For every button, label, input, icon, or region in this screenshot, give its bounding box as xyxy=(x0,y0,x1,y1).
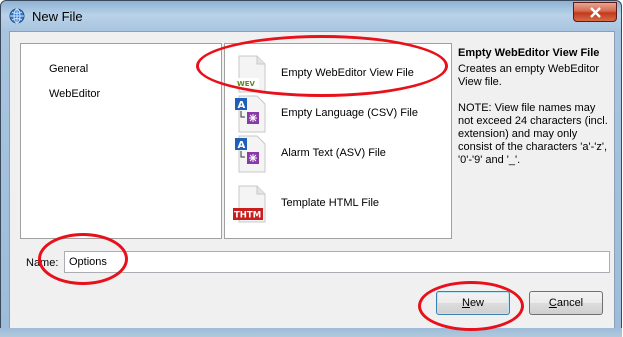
new-button[interactable]: New xyxy=(436,291,510,315)
svg-text:A: A xyxy=(238,100,246,111)
category-general[interactable]: General xyxy=(49,63,88,75)
template-item-alarm-text[interactable]: A Alarm Text (ASV) File xyxy=(231,134,445,174)
category-webeditor[interactable]: WebEditor xyxy=(49,88,100,100)
template-item-empty-webeditor-view[interactable]: WEV Empty WebEditor View File xyxy=(231,54,445,94)
template-label: Empty Language (CSV) File xyxy=(281,107,418,119)
cancel-button[interactable]: Cancel xyxy=(529,291,603,315)
html-icon-text: THTM xyxy=(234,211,261,221)
wev-file-icon: WEV xyxy=(235,55,266,93)
name-input[interactable] xyxy=(64,251,610,273)
template-label: Template HTML File xyxy=(281,197,380,209)
description-title: Empty WebEditor View File xyxy=(458,47,600,59)
close-icon xyxy=(590,7,601,18)
close-button[interactable] xyxy=(573,2,617,22)
template-item-empty-language[interactable]: A Empty Language (CSV) File xyxy=(231,94,445,134)
window-bottom-border xyxy=(0,328,622,337)
name-label: Name: xyxy=(26,257,59,269)
language-file-icon: A xyxy=(235,95,266,133)
wev-icon-text: WEV xyxy=(237,80,256,88)
category-list: General WebEditor xyxy=(20,43,222,239)
new-button-label: New xyxy=(461,297,484,309)
template-item-html[interactable]: THTM Template HTML File xyxy=(231,184,445,224)
globe-icon xyxy=(9,8,25,24)
dialog-body: General WebEditor WEV Empty WebEditor Vi… xyxy=(9,31,615,329)
template-label: Alarm Text (ASV) File xyxy=(281,147,386,159)
svg-text:A: A xyxy=(238,140,246,151)
cancel-button-label: Cancel xyxy=(548,297,584,309)
html-template-icon: THTM xyxy=(233,185,266,223)
description-panel: Empty WebEditor View File Creates an emp… xyxy=(456,43,612,239)
title-bar[interactable]: New File xyxy=(1,1,621,31)
template-label: Empty WebEditor View File xyxy=(281,67,414,79)
template-list: WEV Empty WebEditor View File A Empty La… xyxy=(224,43,452,239)
window-title: New File xyxy=(32,9,83,24)
description-text: Creates an empty WebEditor View file. NO… xyxy=(458,63,608,166)
alarm-text-file-icon: A xyxy=(235,135,266,173)
new-file-dialog: New File General WebEditor WEV Empty Web… xyxy=(0,0,622,336)
